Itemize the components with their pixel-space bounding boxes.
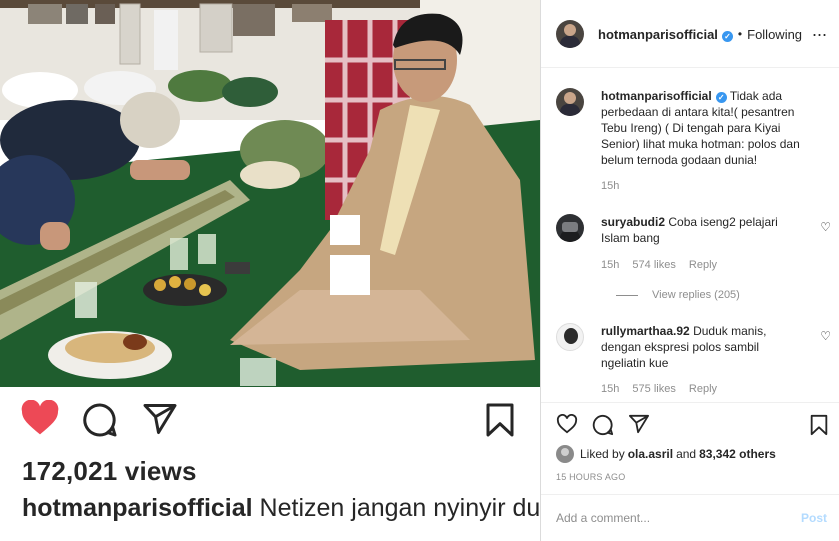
share-icon[interactable] bbox=[628, 414, 650, 439]
comment-like-icon[interactable]: ♡ bbox=[820, 220, 831, 234]
comment-meta: 15h 575 likes Reply bbox=[601, 383, 727, 395]
comment-likes[interactable]: 574 likes bbox=[632, 259, 675, 271]
liked-by: Liked by ola.asril and 83,342 others bbox=[556, 444, 836, 464]
header-username[interactable]: hotmanparisofficial ✓ bbox=[598, 27, 733, 42]
comment-time[interactable]: 15h bbox=[601, 383, 619, 395]
comment-like-icon[interactable]: ♡ bbox=[820, 329, 831, 343]
reply-button[interactable]: Reply bbox=[689, 383, 717, 395]
comment-username[interactable]: suryabudi2 bbox=[601, 215, 665, 229]
heart-icon[interactable] bbox=[556, 413, 578, 439]
share-icon[interactable] bbox=[142, 402, 178, 441]
replies-line bbox=[616, 294, 638, 296]
avatar[interactable] bbox=[556, 88, 584, 116]
more-options-icon[interactable]: ... bbox=[812, 20, 827, 41]
liked-by-user[interactable]: ola.asril bbox=[628, 447, 673, 461]
comment-icon[interactable] bbox=[82, 402, 118, 443]
liked-by-and: and bbox=[676, 447, 697, 461]
comment-item: rullymarthaa.92 Duduk manis, dengan eksp… bbox=[556, 323, 831, 398]
separator-dot: • bbox=[737, 27, 743, 41]
avatar[interactable] bbox=[556, 445, 574, 463]
comment-icon[interactable] bbox=[592, 414, 614, 441]
post-photo[interactable] bbox=[0, 0, 540, 387]
post-details-panel: hotmanparisofficial ✓ • Following ... hot… bbox=[541, 0, 839, 541]
caption-large: hotmanparisofficial Netizen jangan nyiny… bbox=[22, 493, 540, 524]
comment-time[interactable]: 15h bbox=[601, 180, 619, 192]
divider bbox=[541, 494, 839, 495]
comment-body: rullymarthaa.92 Duduk manis, dengan eksp… bbox=[601, 323, 801, 371]
post-time[interactable]: 15 HOURS AGO bbox=[556, 472, 625, 482]
view-count[interactable]: 172,021 views bbox=[22, 456, 197, 487]
likes-count[interactable]: 83,342 others bbox=[699, 447, 776, 461]
heart-icon[interactable] bbox=[20, 399, 60, 441]
comment-body: hotmanparisofficial ✓ Tidak ada perbedaan… bbox=[601, 88, 801, 168]
avatar[interactable] bbox=[556, 323, 584, 351]
comment-username[interactable]: rullymarthaa.92 bbox=[601, 324, 690, 338]
post-header: hotmanparisofficial ✓ • Following ... bbox=[541, 8, 839, 60]
verified-icon: ✓ bbox=[721, 30, 733, 42]
comment-username[interactable]: hotmanparisofficial ✓ bbox=[601, 89, 727, 103]
bookmark-icon[interactable] bbox=[484, 402, 516, 443]
following-button[interactable]: Following bbox=[747, 27, 802, 42]
verified-icon: ✓ bbox=[715, 92, 727, 103]
view-replies-button[interactable]: View replies (205) bbox=[616, 289, 740, 301]
post-media-panel: 172,021 views hotmanparisofficial Netize… bbox=[0, 0, 540, 541]
bookmark-icon[interactable] bbox=[809, 414, 829, 441]
post-actions bbox=[556, 413, 831, 441]
comment-body: suryabudi2 Coba iseng2 pelajari Islam ba… bbox=[601, 214, 801, 246]
post-actions-large bbox=[20, 399, 520, 443]
caption-username[interactable]: hotmanparisofficial bbox=[22, 494, 253, 522]
comment-meta: 15h bbox=[601, 180, 629, 192]
caption-text: Netizen jangan nyinyir dulu! Sebelum tib… bbox=[259, 494, 540, 522]
liked-by-prefix: Liked by bbox=[580, 447, 625, 461]
caption-comment: hotmanparisofficial ✓ Tidak ada perbedaan… bbox=[556, 88, 831, 198]
comment-likes[interactable]: 575 likes bbox=[632, 383, 675, 395]
reply-button[interactable]: Reply bbox=[689, 259, 717, 271]
avatar[interactable] bbox=[556, 214, 584, 242]
comment-meta: 15h 574 likes Reply bbox=[601, 259, 727, 271]
divider bbox=[541, 67, 839, 68]
comment-item: suryabudi2 Coba iseng2 pelajari Islam ba… bbox=[556, 214, 831, 304]
avatar[interactable] bbox=[556, 20, 584, 48]
comment-input[interactable]: Add a comment... bbox=[556, 511, 650, 525]
photo-illustration bbox=[0, 0, 540, 387]
comment-time[interactable]: 15h bbox=[601, 259, 619, 271]
divider bbox=[541, 402, 839, 403]
post-button[interactable]: Post bbox=[801, 511, 827, 525]
